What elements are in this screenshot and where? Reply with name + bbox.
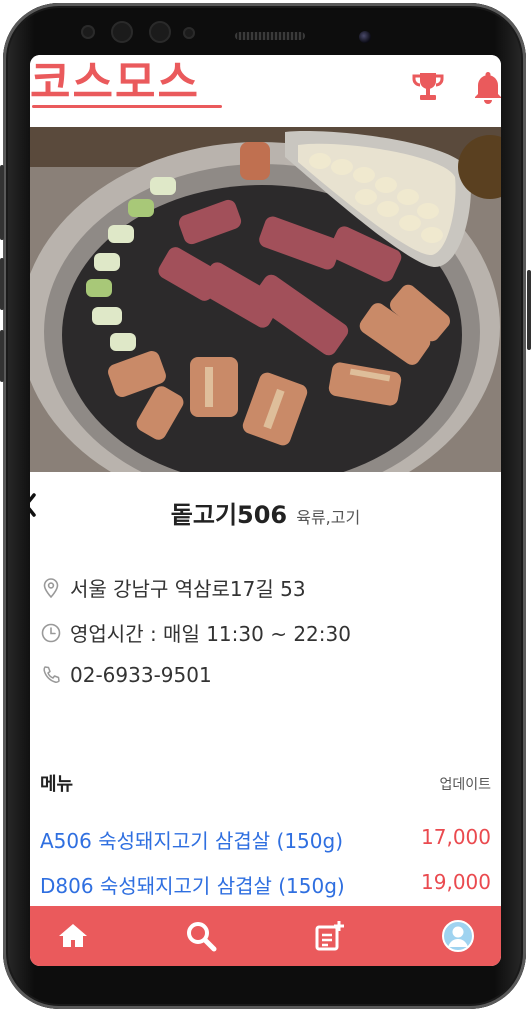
restaurant-name: 돝고기506 <box>170 501 288 529</box>
bixby-button <box>0 330 4 382</box>
restaurant-category: 육류,고기 <box>296 508 361 527</box>
profile-icon[interactable] <box>441 919 475 953</box>
post-add-icon[interactable] <box>312 919 346 953</box>
bell-icon[interactable] <box>470 69 501 105</box>
menu-section-title: 메뉴 <box>40 774 74 795</box>
app-header: 코스모스 <box>30 55 501 127</box>
sensor-lens <box>149 21 171 43</box>
menu-item[interactable]: D806 숙성돼지고기 삼겹살 (150g) 19,000 <box>40 870 491 899</box>
app-screen: 코스모스 돝고기506 육류,고기 서울 강남구 역삼로17길 53 영업시간 … <box>30 55 501 966</box>
sensor-lens <box>111 21 133 43</box>
menu-item-name: A506 숙성돼지고기 삼겹살 (150g) <box>40 829 344 853</box>
sensor-dot <box>183 27 195 39</box>
restaurant-hours: 영업시간 : 매일 11:30 ~ 22:30 <box>70 622 351 646</box>
address-row: 서울 강남구 역삼로17길 53 <box>40 573 306 602</box>
restaurant-title-row: 돝고기506 육류,고기 <box>30 495 501 530</box>
restaurant-photo <box>30 127 501 472</box>
logo-underline <box>32 105 222 108</box>
menu-item-price: 17,000 <box>421 825 491 849</box>
sensor-dot <box>81 25 95 39</box>
home-icon[interactable] <box>56 919 90 953</box>
menu-update-link[interactable]: 업데이트 <box>439 774 491 794</box>
volume-down-button <box>0 258 4 310</box>
volume-up-button <box>0 165 4 240</box>
menu-item-name: D806 숙성돼지고기 삼겹살 (150g) <box>40 874 345 898</box>
clock-icon <box>41 623 61 642</box>
restaurant-phone[interactable]: 02-6933-9501 <box>70 663 212 687</box>
app-logo[interactable]: 코스모스 <box>30 55 200 111</box>
location-pin-icon <box>43 577 59 598</box>
search-icon[interactable] <box>184 919 218 953</box>
earpiece-speaker <box>235 32 305 40</box>
phone-row[interactable]: 02-6933-9501 <box>40 663 212 687</box>
bottom-tab-bar <box>30 906 501 966</box>
restaurant-address: 서울 강남구 역삼로17길 53 <box>70 577 306 601</box>
phone-icon <box>43 666 60 683</box>
trophy-icon[interactable] <box>410 69 446 105</box>
front-camera <box>359 31 371 43</box>
hours-row: 영업시간 : 매일 11:30 ~ 22:30 <box>40 618 351 647</box>
menu-item[interactable]: A506 숙성돼지고기 삼겹살 (150g) 17,000 <box>40 825 491 854</box>
menu-item-price: 19,000 <box>421 870 491 894</box>
power-button <box>527 270 531 350</box>
grilled-pork-image <box>30 127 501 472</box>
